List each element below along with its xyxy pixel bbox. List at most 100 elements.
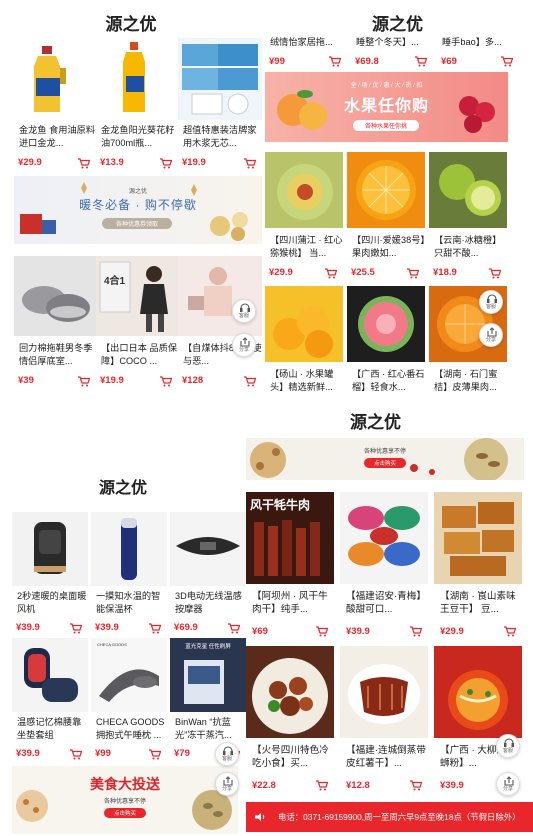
- cart-icon[interactable]: [78, 376, 90, 387]
- cart-icon[interactable]: [410, 626, 422, 637]
- product-card[interactable]: 睡手bao】多... ¥69: [437, 36, 519, 70]
- product-title[interactable]: CHECA GOODS 拥抱式午睡枕 ...: [96, 716, 167, 741]
- customer-service-button[interactable]: 客服: [232, 299, 256, 323]
- product-card[interactable]: 睡整个冬天】... ¥69.8: [351, 36, 433, 70]
- promo-banner[interactable]: 源之优 暖冬必备 · 购不停歇 各种优惠券领取: [14, 176, 262, 244]
- product-image[interactable]: [178, 38, 262, 120]
- product-title[interactable]: 【阿坝州 · 风干牛肉干】纯手...: [252, 590, 334, 616]
- product-card[interactable]: 风干牦牛肉 【阿坝州 · 风干牛肉干】纯手... ¥69: [246, 492, 334, 644]
- customer-service-button[interactable]: 客服: [496, 734, 520, 758]
- cart-icon[interactable]: [407, 268, 419, 279]
- cart-icon[interactable]: [316, 780, 328, 791]
- cart-icon[interactable]: [149, 749, 161, 760]
- product-image[interactable]: [340, 646, 428, 738]
- product-card[interactable]: 超值特惠装洁牌家用木浆无芯... ¥19.9: [178, 38, 262, 174]
- product-card[interactable]: 温感记忆棉腰靠坐垫套组 ¥39.9: [12, 638, 88, 762]
- cart-icon[interactable]: [504, 626, 516, 637]
- product-image[interactable]: [347, 152, 425, 228]
- cart-icon[interactable]: [410, 780, 422, 791]
- product-card[interactable]: 【广西 · 红心番石榴】轻食水...: [347, 286, 425, 392]
- product-card[interactable]: 蓝光克星 任性刷屏 BinWan “抗蓝光”冻干蒸汽... ¥79: [170, 638, 246, 762]
- contact-footer[interactable]: 电话：0371-69159900,周一至周六早9点至晚18点（节假日除外）: [246, 802, 533, 832]
- product-image[interactable]: [246, 646, 334, 738]
- product-card[interactable]: 金龙鱼 食用油原料进口金龙... ¥29.9: [14, 38, 96, 174]
- cart-icon[interactable]: [160, 158, 172, 169]
- product-title[interactable]: 超值特惠装洁牌家用木浆无芯...: [183, 124, 262, 149]
- product-card[interactable]: 【云南·冰糖橙】只甜不酸... ¥18.9: [429, 152, 507, 282]
- product-card[interactable]: 【砀山 · 水果罐头】精选新鲜...: [265, 286, 343, 392]
- product-image[interactable]: [429, 152, 507, 228]
- product-card[interactable]: 4合1 【出口日本 品质保障】COCO ... ¥19.9: [96, 256, 178, 392]
- product-title[interactable]: 一摸知水温的智能保温杯: [96, 590, 167, 615]
- snack-banner[interactable]: 各种优惠享不停 点击购买: [246, 438, 524, 480]
- cart-icon[interactable]: [244, 376, 256, 387]
- customer-service-button[interactable]: 客服: [479, 290, 503, 314]
- product-card[interactable]: 一摸知水温的智能保温杯 ¥39.9: [91, 512, 167, 636]
- product-image[interactable]: CHECA GOODS: [91, 638, 167, 712]
- cart-icon[interactable]: [415, 56, 427, 67]
- product-title[interactable]: 睡手bao】多...: [442, 36, 519, 49]
- product-title[interactable]: 【福建诏安·青梅】 酸甜可口...: [346, 590, 428, 616]
- product-card[interactable]: 回力棉拖鞋男冬季情侣厚底室... ¥39: [14, 256, 96, 392]
- product-image[interactable]: [91, 512, 167, 586]
- product-image[interactable]: [170, 512, 246, 586]
- product-title[interactable]: 绒情怡家居拖...: [270, 36, 347, 49]
- fruit-banner[interactable]: 全 / 场 / 优 / 惠 / 大 / 折 / 扣 水果任你购 各种水果任你挑: [265, 72, 508, 142]
- product-card[interactable]: 【福建·连城倒蒸带皮红薯干】... ¥12.8: [340, 646, 428, 798]
- product-image[interactable]: 蓝光克星 任性刷屏: [170, 638, 246, 712]
- cart-icon[interactable]: [325, 268, 337, 279]
- product-title[interactable]: 金龙鱼阳光葵花籽油700ml瓶...: [101, 124, 178, 149]
- product-image[interactable]: [434, 492, 522, 584]
- product-image[interactable]: [434, 646, 522, 738]
- product-title[interactable]: 2秒速暖的桌面暖风机: [17, 590, 88, 615]
- product-card[interactable]: 绒情怡家居拖... ¥99: [265, 36, 347, 70]
- cart-icon[interactable]: [501, 56, 513, 67]
- product-title[interactable]: 【砀山 · 水果罐头】精选新鲜...: [270, 368, 343, 392]
- product-card[interactable]: 金龙鱼阳光葵花籽油700ml瓶... ¥13.9: [96, 38, 178, 174]
- product-title[interactable]: BinWan “抗蓝光”冻干蒸汽...: [175, 716, 246, 741]
- product-title[interactable]: 【四川·爱媛38号】果肉嫩如...: [352, 234, 425, 259]
- product-card[interactable]: 【火号四川特色冷吃小食】买... ¥22.8: [246, 646, 334, 798]
- product-image[interactable]: [265, 286, 343, 362]
- buy-now-button[interactable]: 点击购买: [364, 458, 406, 468]
- cart-icon[interactable]: [70, 623, 82, 634]
- product-image[interactable]: [12, 512, 88, 586]
- product-image[interactable]: [340, 492, 428, 584]
- product-title[interactable]: 温感记忆棉腰靠坐垫套组: [17, 716, 88, 741]
- customer-service-button[interactable]: 客服: [215, 742, 239, 766]
- product-card[interactable]: 【湖南 · 崀山素味王豆干】 豆... ¥29.9: [434, 492, 522, 644]
- product-title[interactable]: 【出口日本 品质保障】COCO ...: [101, 342, 178, 367]
- product-image[interactable]: [12, 638, 88, 712]
- food-banner[interactable]: 美食大投送 各种优惠享不停 点击购买: [12, 766, 238, 834]
- product-card[interactable]: 2秒速暖的桌面暖风机 ¥39.9: [12, 512, 88, 636]
- product-card[interactable]: 【福建诏安·青梅】 酸甜可口... ¥39.9: [340, 492, 428, 644]
- cart-icon[interactable]: [228, 623, 240, 634]
- product-card[interactable]: 【四川·爱媛38号】果肉嫩如... ¥25.5: [347, 152, 425, 282]
- cart-icon[interactable]: [160, 376, 172, 387]
- share-button[interactable]: 分享: [479, 323, 503, 347]
- product-image[interactable]: [265, 152, 343, 228]
- product-title[interactable]: 【福建·连城倒蒸带皮红薯干】...: [346, 744, 428, 770]
- share-button[interactable]: 分享: [215, 772, 239, 796]
- product-image[interactable]: [14, 256, 96, 336]
- product-title[interactable]: 【四川蒲江 · 红心猕猴桃】 当...: [270, 234, 343, 259]
- product-title[interactable]: 睡整个冬天】...: [356, 36, 433, 49]
- cart-icon[interactable]: [316, 626, 328, 637]
- cart-icon[interactable]: [489, 268, 501, 279]
- product-card[interactable]: 【四川蒲江 · 红心猕猴桃】 当... ¥29.9: [265, 152, 343, 282]
- product-title[interactable]: 回力棉拖鞋男冬季情侣厚底室...: [19, 342, 96, 367]
- product-image[interactable]: [14, 38, 96, 120]
- buy-now-button[interactable]: 点击购买: [104, 808, 146, 818]
- product-title[interactable]: 【广西 · 红心番石榴】轻食水...: [352, 368, 425, 392]
- product-card[interactable]: CHECA GOODS CHECA GOODS 拥抱式午睡枕 ... ¥99: [91, 638, 167, 762]
- product-image[interactable]: 风干牦牛肉: [246, 492, 334, 584]
- product-title[interactable]: 【湖南 · 石门蜜桔】皮薄果肉...: [434, 368, 507, 392]
- product-title[interactable]: 【火号四川特色冷吃小食】买...: [252, 744, 334, 770]
- product-title[interactable]: 3D电动无线温感按摩器: [175, 590, 246, 615]
- cart-icon[interactable]: [149, 623, 161, 634]
- cart-icon[interactable]: [244, 158, 256, 169]
- product-image[interactable]: [96, 38, 178, 120]
- product-card[interactable]: 【自煤体抖8】天使与恶... ¥128: [178, 256, 262, 392]
- product-image[interactable]: [347, 286, 425, 362]
- share-button[interactable]: 分享: [496, 772, 520, 796]
